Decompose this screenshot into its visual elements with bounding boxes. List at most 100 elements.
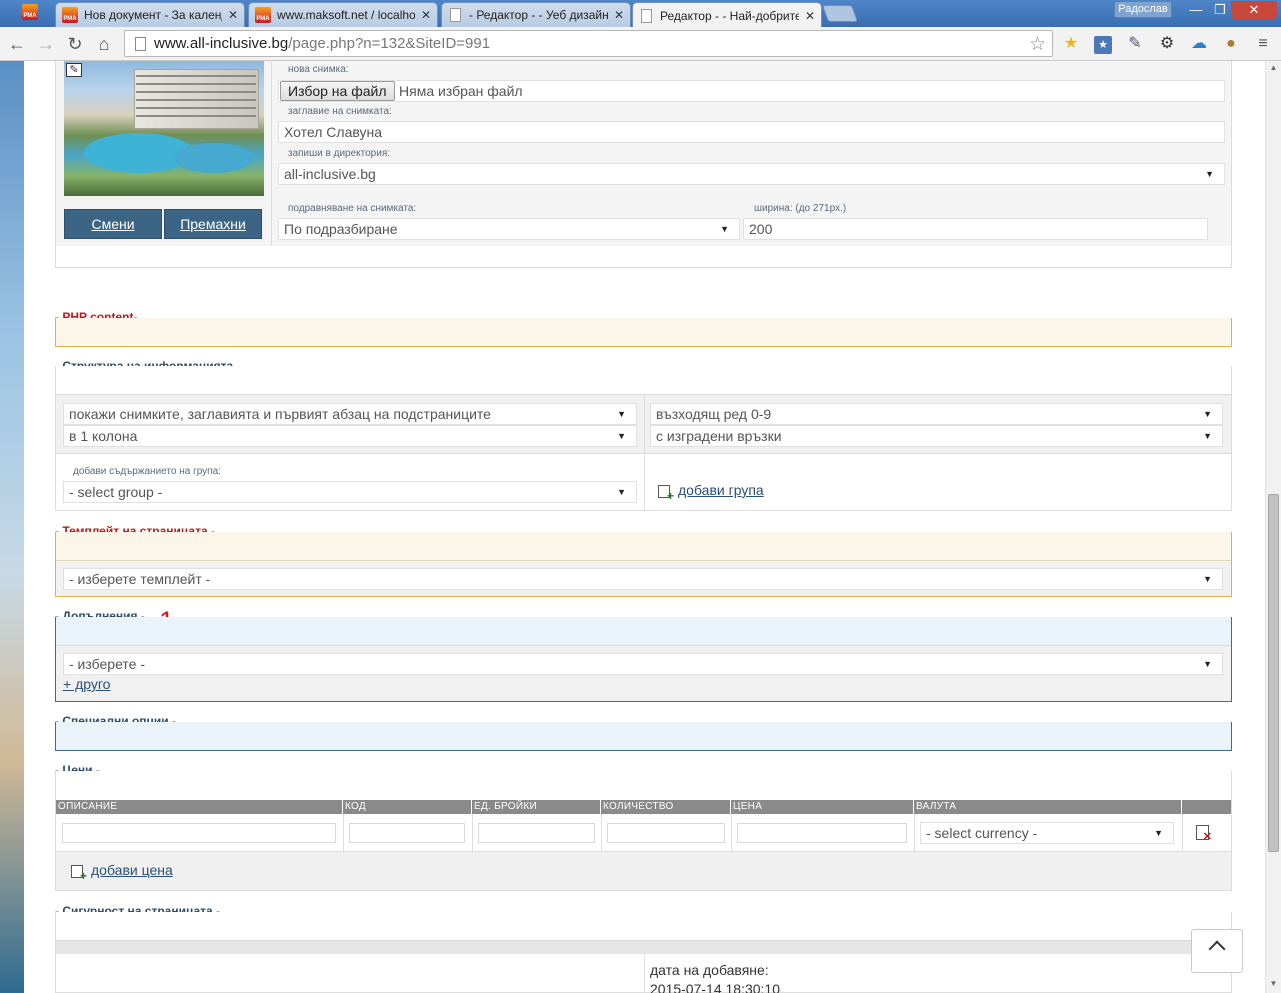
url-path: /page.php?n=132&SiteID=991 <box>288 35 491 52</box>
add-plus-icon <box>71 865 87 883</box>
choose-file-button[interactable]: Избор на файл <box>280 81 395 101</box>
browser-tab-4-active[interactable]: Редактор - - Най-добрите с ✕ <box>632 2 822 28</box>
tab-title: Нов документ - За календа <box>84 8 222 22</box>
add-plus-icon <box>658 485 674 503</box>
browser-toolbar: ← → ↻ ⌂ www.all-inclusive.bg /page.php?n… <box>0 27 1281 61</box>
image-title-input[interactable]: Хотел Славуна <box>278 121 1225 143</box>
maximize-icon[interactable]: ❐ <box>1209 1 1231 19</box>
chevron-up-icon <box>1208 940 1226 958</box>
price-code-input[interactable] <box>349 823 465 843</box>
currency-select[interactable]: - select currency - <box>920 822 1174 844</box>
prices-row-divider <box>343 814 344 851</box>
document-icon <box>450 8 461 22</box>
col-quantity: КОЛИЧЕСТВО <box>601 800 731 814</box>
columns-select[interactable]: в 1 колона <box>63 425 637 447</box>
new-tab-button[interactable] <box>821 5 859 22</box>
display-mode-select[interactable]: покажи снимките, заглавията и първият аб… <box>63 403 637 425</box>
browser-tab-2[interactable]: РМА www.maksoft.net / localhost ✕ <box>248 2 438 27</box>
sort-order-select[interactable]: възходящ ред 0-9 <box>650 403 1223 425</box>
browser-titlebar: РМА РМА Нов документ - За календа ✕ РМА … <box>0 0 1281 28</box>
col-price: ЦЕНА <box>731 800 914 814</box>
security-box <box>55 912 1232 993</box>
scroll-down-icon[interactable]: ▼ <box>1266 979 1281 988</box>
url-host: www.all-inclusive.bg <box>154 35 289 52</box>
reload-icon[interactable]: ↻ <box>64 33 86 55</box>
bookmark-star-icon[interactable]: ☆ <box>1029 33 1046 56</box>
price-quantity-input[interactable] <box>607 823 725 843</box>
home-icon[interactable]: ⌂ <box>93 33 115 55</box>
bookmark-manager-icon[interactable]: ★ <box>1092 33 1114 55</box>
eyedropper-icon[interactable]: ✎ <box>1124 33 1146 55</box>
address-bar[interactable]: www.all-inclusive.bg /page.php?n=132&Sit… <box>124 30 1053 57</box>
align-label: подравняване на снимката: <box>288 203 417 214</box>
special-options-box <box>55 722 1232 751</box>
window-close-icon[interactable]: ✕ <box>1231 1 1277 19</box>
cloud-icon[interactable]: ☁ <box>1188 33 1210 55</box>
document-icon <box>641 8 652 23</box>
page-icon <box>135 36 146 51</box>
no-file-text: Няма избран файл <box>399 83 523 99</box>
tab-title: - Редактор - - Уеб дизайн и <box>469 8 608 22</box>
page-scrollbar[interactable]: ▲ ▼ <box>1265 61 1281 993</box>
php-content-box <box>55 318 1232 347</box>
image-title-label: заглавие на снимката: <box>288 106 392 117</box>
new-image-label: нова снимка: <box>288 64 349 75</box>
close-icon[interactable]: ✕ <box>228 8 238 22</box>
date-added-value: 2015-07-14 18:30:10 <box>650 981 780 993</box>
template-select[interactable]: - изберете темплейт - <box>63 568 1223 590</box>
cookie-icon[interactable]: ● <box>1220 33 1242 55</box>
col-units: ЕД. БРОЙКИ <box>472 800 601 814</box>
minimize-icon[interactable]: — <box>1183 1 1209 19</box>
back-arrow-icon[interactable]: ← <box>6 33 28 55</box>
delete-row-icon[interactable]: ✕ <box>1196 825 1212 843</box>
remove-image-label: Премахни <box>180 216 246 232</box>
align-select[interactable]: По подразбиране <box>278 218 740 240</box>
price-value-input[interactable] <box>737 823 907 843</box>
change-image-button[interactable]: Смени <box>64 209 162 239</box>
col-description: ОПИСАНИЕ <box>56 800 343 814</box>
background-image-strip <box>0 61 24 993</box>
directory-select[interactable]: all-inclusive.bg <box>278 163 1225 185</box>
add-price-link[interactable]: добави цена <box>71 862 173 883</box>
close-icon[interactable]: ✕ <box>614 8 624 22</box>
rma-icon: РМА <box>62 7 78 23</box>
user-profile-badge[interactable]: Радослав <box>1114 1 1172 18</box>
col-code: КОД <box>343 800 472 814</box>
add-group-link[interactable]: добави група <box>658 482 764 503</box>
forward-arrow-icon[interactable]: → <box>35 33 57 55</box>
edit-pencil-icon[interactable]: ✎ <box>66 63 82 77</box>
links-select[interactable]: с изградени връзки <box>650 425 1223 447</box>
scroll-up-icon[interactable]: ▲ <box>1266 63 1281 72</box>
browser-tab-3[interactable]: - Редактор - - Уеб дизайн и ✕ <box>441 2 631 27</box>
choose-file-label: Избор на файл <box>288 83 387 99</box>
file-input[interactable]: Избор на файл Няма избран файл <box>278 80 1225 102</box>
scrollbar-thumb[interactable] <box>1268 494 1279 852</box>
date-added-label: дата на добавяне: <box>650 962 769 978</box>
favorites-star-icon[interactable]: ★ <box>1060 33 1082 55</box>
add-group-label: добави група <box>678 482 764 498</box>
change-image-label: Смени <box>91 216 135 232</box>
group-content-label: добави съдържанието на група: <box>73 466 221 477</box>
width-input[interactable]: 200 <box>743 218 1208 240</box>
hotel-photo <box>64 61 264 196</box>
additions-select[interactable]: - изберете - <box>63 653 1223 675</box>
add-price-label: добави цена <box>91 862 173 878</box>
tab-title: Редактор - - Най-добрите с <box>660 8 799 23</box>
rma-icon: РМА <box>255 7 271 23</box>
directory-label: запиши в директория: <box>288 148 391 159</box>
price-description-input[interactable] <box>62 823 336 843</box>
add-other-link[interactable]: + друго <box>63 676 110 692</box>
close-icon[interactable]: ✕ <box>421 8 431 22</box>
scroll-to-top-button[interactable] <box>1191 929 1243 973</box>
width-label: ширина: (до 271px.) <box>754 203 847 214</box>
price-units-input[interactable] <box>478 823 595 843</box>
menu-icon[interactable]: ≡ <box>1252 33 1274 55</box>
rma-icon[interactable]: РМА <box>22 4 42 24</box>
group-select[interactable]: - select group - <box>63 481 637 503</box>
col-currency: ВАЛУТА <box>914 800 1182 814</box>
settings-gear-icon[interactable]: ⚙ <box>1156 33 1178 55</box>
remove-image-button[interactable]: Премахни <box>164 209 262 239</box>
browser-tab-1[interactable]: РМА Нов документ - За календа ✕ <box>55 2 245 27</box>
tab-title: www.maksoft.net / localhost <box>277 8 415 22</box>
close-icon[interactable]: ✕ <box>805 9 815 23</box>
